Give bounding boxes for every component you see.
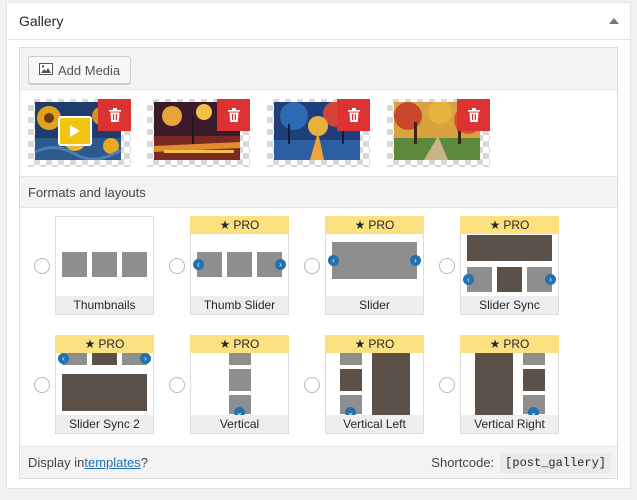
gallery-images xyxy=(20,90,617,176)
pro-badge: ★ PRO xyxy=(190,216,289,234)
arrow-left-icon: ‹ xyxy=(328,255,339,266)
star-icon: ★ xyxy=(489,337,501,351)
postbox-title: Gallery xyxy=(19,13,64,29)
layout-label: Thumb Slider xyxy=(191,296,288,314)
layout-label: Vertical Right xyxy=(461,415,558,433)
postbox-header[interactable]: Gallery xyxy=(7,3,630,40)
layout-card[interactable]: ★ PRO ⌄ Vertical Right xyxy=(460,335,559,434)
pro-badge: ★ PRO xyxy=(55,335,154,353)
delete-image-button[interactable] xyxy=(217,99,250,131)
layout-card[interactable]: ★ PRO ⌄ Vertical xyxy=(190,335,289,434)
shortcode-label: Shortcode: xyxy=(431,455,495,470)
star-icon: ★ xyxy=(354,337,366,351)
arrow-right-icon: › xyxy=(545,274,556,285)
trash-icon xyxy=(108,108,121,122)
layout-radio[interactable] xyxy=(34,377,50,393)
layout-radio[interactable] xyxy=(169,377,185,393)
layout-label: Vertical Left xyxy=(326,415,423,433)
layout-option-slider: ★ PRO ‹ › Slider xyxy=(304,216,434,316)
collapse-arrow-icon[interactable] xyxy=(608,15,620,27)
add-media-label: Add Media xyxy=(58,62,121,78)
star-icon: ★ xyxy=(219,337,231,351)
gallery-image[interactable] xyxy=(267,99,370,167)
layout-option-thumbnails: Thumbnails xyxy=(34,216,164,316)
add-media-button[interactable]: Add Media xyxy=(28,56,132,84)
trash-icon xyxy=(347,108,360,122)
delete-image-button[interactable] xyxy=(98,99,131,131)
layout-option-vertical: ★ PRO ⌄ Vertical xyxy=(169,335,299,435)
pro-badge: ★ PRO xyxy=(325,335,424,353)
layout-option-thumb-slider: ★ PRO ‹ › Thumb Slider xyxy=(169,216,299,316)
gallery-image[interactable] xyxy=(387,99,490,167)
video-play-button[interactable] xyxy=(58,116,92,146)
arrow-right-icon: › xyxy=(275,259,286,270)
shortcode-value[interactable]: [post_gallery] xyxy=(500,452,611,473)
layout-radio[interactable] xyxy=(304,258,320,274)
layout-option-vertical-left: ★ PRO ⌄ Vertical Left xyxy=(304,335,434,435)
layout-label: Slider xyxy=(326,296,423,314)
gallery-image[interactable] xyxy=(147,99,250,167)
layout-label: Slider Sync 2 xyxy=(56,415,153,433)
layout-option-vertical-right: ★ PRO ⌄ Vertical Right xyxy=(439,335,569,435)
arrow-right-icon: › xyxy=(410,255,421,266)
delete-image-button[interactable] xyxy=(337,99,370,131)
arrow-left-icon: ‹ xyxy=(58,353,69,364)
gallery-footer: Display in templates ? Shortcode: [post_… xyxy=(20,446,617,478)
layout-card[interactable]: ★ PRO ⌄ Vertical Left xyxy=(325,335,424,434)
star-icon: ★ xyxy=(354,218,366,232)
arrow-left-icon: ‹ xyxy=(463,274,474,285)
star-icon: ★ xyxy=(489,218,501,232)
pro-badge: ★ PRO xyxy=(190,335,289,353)
gallery-image[interactable] xyxy=(28,99,131,167)
layout-label: Thumbnails xyxy=(56,296,153,314)
trash-icon xyxy=(467,108,480,122)
question-mark: ? xyxy=(140,455,148,470)
arrow-right-icon: › xyxy=(140,353,151,364)
delete-image-button[interactable] xyxy=(457,99,490,131)
pro-badge: ★ PRO xyxy=(460,335,559,353)
star-icon: ★ xyxy=(219,218,231,232)
display-in-text: Display in xyxy=(28,455,85,470)
gallery-postbox: Gallery Add Media Formats and layouts Th… xyxy=(6,2,631,489)
star-icon: ★ xyxy=(84,337,96,351)
pro-badge: ★ PRO xyxy=(325,216,424,234)
image-icon xyxy=(39,62,53,78)
layout-radio[interactable] xyxy=(439,377,455,393)
layout-card[interactable]: Thumbnails xyxy=(55,216,154,315)
layout-radio[interactable] xyxy=(439,258,455,274)
media-toolbar: Add Media xyxy=(20,48,617,90)
layout-option-slider-sync-2: ★ PRO ‹ › Slider Sync 2 xyxy=(34,335,164,435)
templates-link[interactable]: templates xyxy=(84,455,140,470)
layout-radio[interactable] xyxy=(169,258,185,274)
arrow-left-icon: ‹ xyxy=(193,259,204,270)
layout-card[interactable]: ★ PRO ‹ › Slider Sync 2 xyxy=(55,335,154,434)
formats-heading: Formats and layouts xyxy=(20,176,617,208)
layout-card[interactable]: ★ PRO ‹ › Slider Sync xyxy=(460,216,559,315)
trash-icon xyxy=(227,108,240,122)
layout-label: Vertical xyxy=(191,415,288,433)
layout-options: Thumbnails ★ PRO ‹ › Thumb Slider ★ PRO … xyxy=(20,208,617,446)
pro-badge: ★ PRO xyxy=(460,216,559,234)
layout-radio[interactable] xyxy=(304,377,320,393)
layout-card[interactable]: ★ PRO ‹ › Thumb Slider xyxy=(190,216,289,315)
layout-card[interactable]: ★ PRO ‹ › Slider xyxy=(325,216,424,315)
layout-option-slider-sync: ★ PRO ‹ › Slider Sync xyxy=(439,216,569,316)
layout-radio[interactable] xyxy=(34,258,50,274)
gallery-panel: Add Media Formats and layouts Thumbnails… xyxy=(19,47,618,479)
layout-label: Slider Sync xyxy=(461,296,558,314)
